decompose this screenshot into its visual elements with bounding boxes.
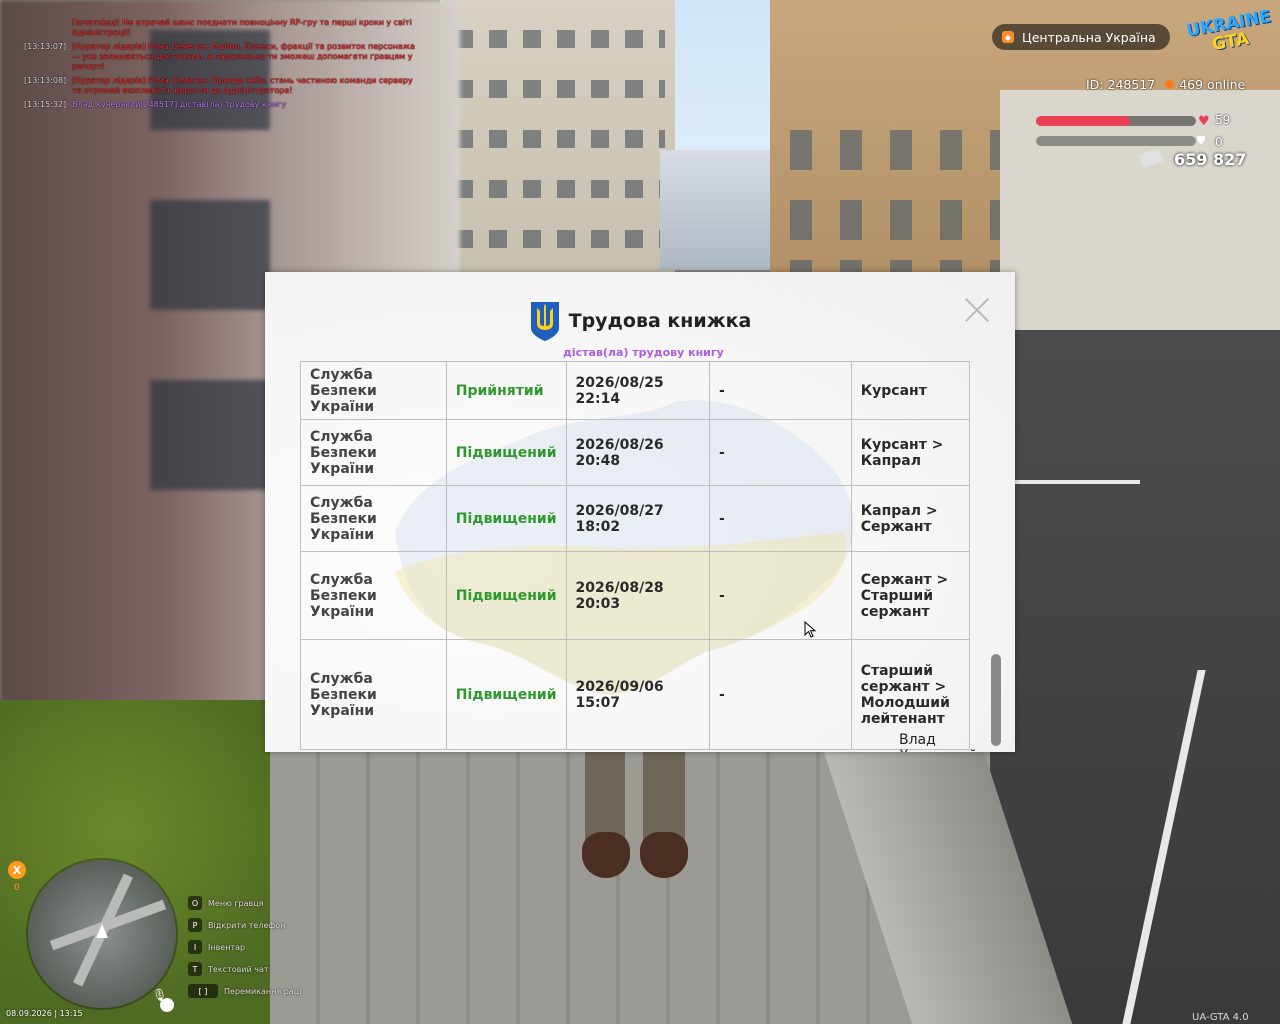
dialog-header: Трудова книжка [265,300,1015,342]
health-bar [1036,116,1196,126]
money-amount: 659 827 [1174,150,1247,169]
hotkey-hint: T Текстовий чат [188,958,301,980]
close-icon[interactable] [963,296,991,324]
hotkey-key: O [188,896,202,910]
chat-line: Початківці! Не втрачай шанс поєднати пов… [24,18,424,38]
chat-log: Початківці! Не втрачай шанс поєднати пов… [24,18,424,114]
row-rank: Капрал > Сержант [850,485,970,552]
row-status: Підвищений [445,419,567,486]
shield-icon: ⛊ [1197,134,1206,147]
table-row: Служба Безпеки України Підвищений 2026/09/… [300,639,970,750]
chat-timestamp [24,18,72,38]
hotkey-key: I [188,940,202,954]
row-rank: Курсант [850,361,970,420]
work-book-dialog: Трудова книжка Служба Безпеки України При… [265,272,1015,752]
building-center [445,0,675,275]
row-rank: Курсант > Капрал [850,419,970,486]
row-date: 2026/08/25 22:14 [565,361,710,420]
hotkey-key: P [188,918,202,932]
chat-message: Влад Хучерявий[248517] дістав(ла) трудов… [72,100,287,109]
hotkey-label: Текстовий чат [208,964,269,974]
table-row: Служба Безпеки України Прийнятий 2026/08/2… [300,361,970,420]
player-info: ID: 248517 469 online [1086,77,1245,92]
row-organization: Служба Безпеки України [300,485,447,552]
table-row: Служба Безпеки України Підвищений 2026/08/… [300,551,970,640]
hotkey-hint: O Меню гравця [188,892,301,914]
chat-timestamp: [13:13:08] [24,76,67,85]
hotkey-key: T [188,962,202,976]
heart-icon: ♥ [1198,114,1210,129]
minimap [28,860,176,1008]
work-history-table: Служба Безпеки України Прийнятий 2026/08/2… [300,361,970,750]
hotkey-hint: P Відкрити телефон [188,914,301,936]
hotkey-label: Відкрити телефон [208,920,286,930]
row-note: - [708,419,852,486]
hotkey-hints: O Меню гравця P Відкрити телефон I Інвентар T Т… [188,892,301,1002]
chat-overlay-text: дістав(ла) трудову книгу [563,346,724,359]
row-status: Підвищений [445,485,567,552]
chat-line: [13:15:32] Влад Хучерявий[248517] дістав(… [24,100,424,110]
row-organization: Служба Безпеки України [300,361,447,420]
row-note: - [708,639,852,750]
armor-bar [1036,136,1196,146]
row-note: - [708,361,852,420]
row-organization: Служба Безпеки України [300,639,447,750]
hotkey-hint: [ ] Перемикання раці [188,980,301,1002]
row-note: - [708,485,852,552]
trident-icon [530,302,559,341]
table-row: Служба Безпеки України Підвищений 2026/08/… [300,419,970,486]
chat-line: [13:13:08] [Куратор лідерів] Рома Семеген… [24,76,424,96]
row-status: Підвищений [445,551,567,640]
online-count-wrapper: 469 online [1165,77,1245,92]
row-organization: Служба Безпеки України [300,551,447,640]
row-date: 2026/08/28 20:03 [565,551,710,640]
row-organization: Служба Безпеки України [300,419,447,486]
work-history-table-wrapper[interactable]: Служба Безпеки України Прийнятий 2026/08/2… [300,361,970,750]
hotkey-key: [ ] [188,984,218,998]
table-row: Служба Безпеки України Підвищений 2026/08/… [300,485,970,552]
health-bar-fill [1036,116,1131,126]
row-date: 2026/09/06 15:07 [565,639,710,750]
mouse-cursor-icon [804,621,817,638]
chat-message: [Куратор лідерів] Рома Семеген: Прояви с… [72,76,413,95]
owner-name: Влад Хучерявий [899,732,978,752]
chat-message: Початківці! Не втрачай шанс поєднати пов… [72,18,412,37]
date-time: 08.09.2026 | 13:15 [6,1009,83,1018]
server-logo: UKRAINE GTA [1184,7,1273,56]
hotkey-hint: I Інвентар [188,936,301,958]
glass-building [660,150,780,270]
hotkey-label: Меню гравця [208,898,264,908]
player-marker-icon [96,924,108,938]
row-date: 2026/08/27 18:02 [565,485,710,552]
location-icon: ◆ [1002,31,1014,43]
player-id: ID: 248517 [1086,77,1156,92]
online-icon [1165,80,1175,89]
chat-message: [Куратор лідерів] Рома Семеген: Майно, б… [72,42,415,71]
row-status: Прийнятий [445,361,567,420]
row-date: 2026/08/26 20:48 [565,419,710,486]
region-indicator: ◆ Центральна Україна [992,24,1170,50]
row-rank: Сержант > Старший сержант [850,551,970,640]
hotkey-label: Перемикання раці [224,986,302,996]
hotkey-label: Інвентар [208,942,246,952]
row-note: - [708,551,852,640]
game-version: UA-GTA 4.0 [1192,1012,1249,1023]
row-status: Підвищений [445,639,567,750]
chat-timestamp: [13:13:07] [24,42,67,51]
building-far-right [1000,90,1280,330]
player-shoe-right [640,832,688,878]
x-badge-icon: X [8,861,26,879]
chat-timestamp: [13:15:32] [24,100,67,109]
armor-value: 0 [1215,135,1223,149]
online-count: 469 online [1179,77,1246,92]
chat-line: [13:13:07] [Куратор лідерів] Рома Семеген… [24,42,424,72]
health-value: 59 [1215,113,1231,127]
x-badge-count: 0 [14,883,20,893]
player-shoe-left [582,832,630,878]
region-name: Центральна Україна [1022,29,1156,45]
dialog-title: Трудова книжка [568,310,752,332]
lock-icon [160,998,174,1012]
